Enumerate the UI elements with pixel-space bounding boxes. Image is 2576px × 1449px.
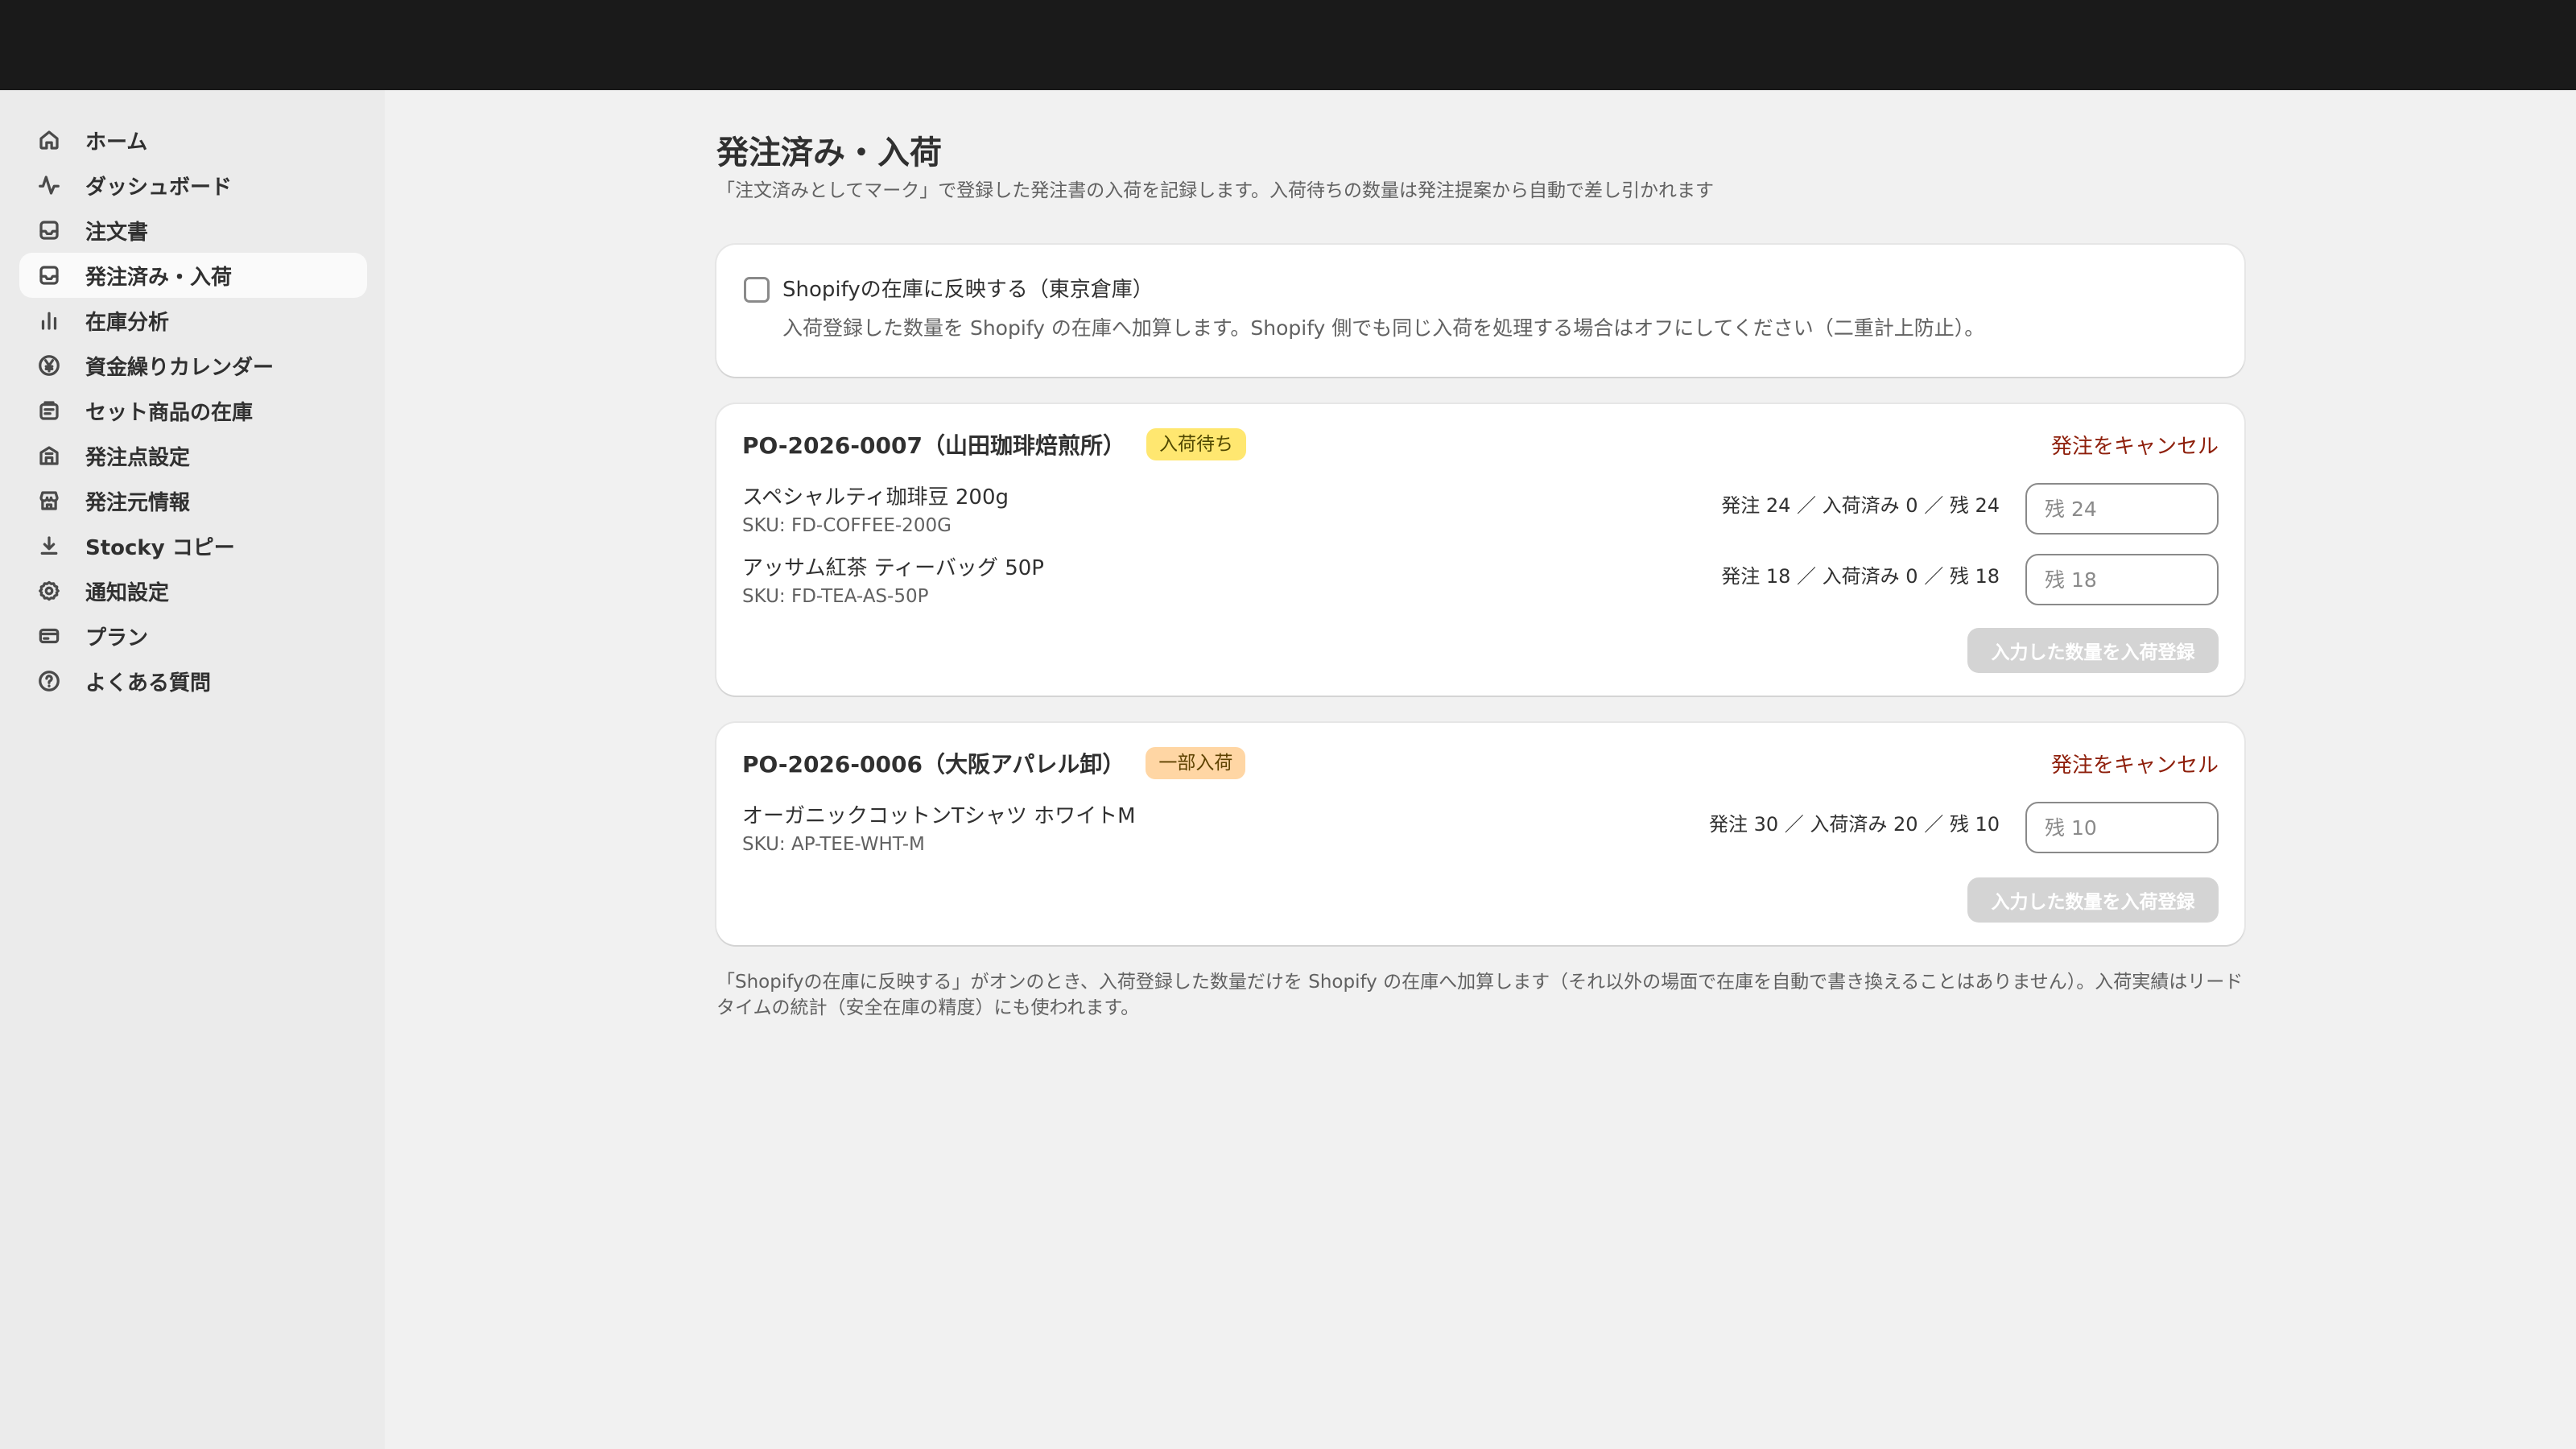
sidebar-item-label: プラン <box>85 625 149 650</box>
status-badge: 一部入荷 <box>1146 747 1246 779</box>
sidebar-item-home[interactable]: ホーム <box>19 118 367 163</box>
sidebar-item-label: 発注点設定 <box>85 445 191 470</box>
sidebar-item-receiving[interactable]: 発注済み・入荷 <box>19 253 367 298</box>
download-icon <box>35 532 63 559</box>
sidebar-item-label: Stocky コピー <box>85 535 235 560</box>
gear-icon <box>35 577 63 605</box>
sidebar-item-label: 発注元情報 <box>85 490 191 515</box>
cancel-order-button[interactable]: 発注をキャンセル <box>2051 749 2219 778</box>
inbox-icon <box>35 262 63 289</box>
sidebar-item-label: セット商品の在庫 <box>85 400 254 425</box>
status-badge: 入荷待ち <box>1146 428 1246 460</box>
sidebar-item-suppliers[interactable]: 発注元情報 <box>19 478 367 523</box>
bar-chart-icon <box>35 307 63 334</box>
sidebar-item-plan[interactable]: プラン <box>19 613 367 658</box>
inbox-icon <box>35 217 63 244</box>
line-item: スペシャルティ珈琲豆 200g SKU: FD-COFFEE-200G 発注 2… <box>742 483 2219 539</box>
sidebar-item-label: 注文書 <box>85 220 149 245</box>
receive-quantity-input[interactable] <box>2025 554 2219 605</box>
shopify-sync-checkbox[interactable] <box>744 277 770 303</box>
page-subtitle: 「注文済みとしてマーク」で登録した発注書の入荷を記録します。入荷待ちの数量は発注… <box>716 180 1715 201</box>
main-content: 発注済み・入荷 「注文済みとしてマーク」で登録した発注書の入荷を記録します。入荷… <box>716 90 2246 1021</box>
sidebar-item-label: 発注済み・入荷 <box>85 265 233 290</box>
sidebar-item-label: 通知設定 <box>85 580 170 605</box>
line-item-name: オーガニックコットンTシャツ ホワイトM <box>742 804 1136 828</box>
po-header: PO-2026-0006（大阪アパレル卸） 一部入荷 <box>742 747 1246 779</box>
receive-quantity-input[interactable] <box>2025 483 2219 535</box>
yen-icon <box>35 352 63 379</box>
line-item-sku: SKU: FD-COFFEE-200G <box>742 515 952 536</box>
page-title: 発注済み・入荷 <box>716 134 942 171</box>
line-item-quantities: 発注 18 ／ 入荷済み 0 ／ 残 18 <box>1721 565 2000 588</box>
line-item-sku: SKU: AP-TEE-WHT-M <box>742 834 925 855</box>
credit-card-icon <box>35 622 63 650</box>
sidebar-item-bundle-inventory[interactable]: セット商品の在庫 <box>19 388 367 433</box>
sidebar-item-dashboard[interactable]: ダッシュボード <box>19 163 367 208</box>
line-item-quantities: 発注 24 ／ 入荷済み 0 ／ 残 24 <box>1721 494 2000 517</box>
building-icon <box>35 442 63 469</box>
sidebar-item-inventory-analysis[interactable]: 在庫分析 <box>19 298 367 343</box>
po-header: PO-2026-0007（山田珈琲焙煎所） 入荷待ち <box>742 428 1246 460</box>
shopify-sync-card: Shopifyの在庫に反映する（東京倉庫） 入荷登録した数量を Shopify … <box>716 245 2244 377</box>
sidebar-item-notifications[interactable]: 通知設定 <box>19 568 367 613</box>
question-icon <box>35 667 63 695</box>
sidebar: ホーム ダッシュボード 注文書 発注済み・入荷 在庫分析 資金繰りカレンダー セ… <box>0 90 385 1449</box>
sidebar-item-cashflow-calendar[interactable]: 資金繰りカレンダー <box>19 343 367 388</box>
shopify-sync-description: 入荷登録した数量を Shopify の在庫へ加算します。Shopify 側でも同… <box>782 316 1985 340</box>
line-item-name: アッサム紅茶 ティーバッグ 50P <box>742 556 1044 580</box>
line-item-sku: SKU: FD-TEA-AS-50P <box>742 586 929 607</box>
footnote: 「Shopifyの在庫に反映する」がオンのとき、入荷登録した数量だけを Shop… <box>716 972 2244 1018</box>
sidebar-item-label: よくある質問 <box>85 671 212 696</box>
receive-quantity-input[interactable] <box>2025 802 2219 853</box>
sidebar-item-stocky-copy[interactable]: Stocky コピー <box>19 523 367 568</box>
purchase-order-card: PO-2026-0007（山田珈琲焙煎所） 入荷待ち 発注をキャンセル スペシャ… <box>716 404 2244 696</box>
cancel-order-button[interactable]: 発注をキャンセル <box>2051 430 2219 460</box>
shopify-sync-label[interactable]: Shopifyの在庫に反映する（東京倉庫） <box>782 274 1154 306</box>
sidebar-item-label: ホーム <box>85 130 148 155</box>
register-receipt-button[interactable]: 入力した数量を入荷登録 <box>1967 877 2219 923</box>
bundle-icon <box>35 397 63 424</box>
sidebar-item-label: 在庫分析 <box>85 310 170 335</box>
sidebar-item-label: ダッシュボード <box>85 175 233 200</box>
store-icon <box>35 487 63 514</box>
line-item: アッサム紅茶 ティーバッグ 50P SKU: FD-TEA-AS-50P 発注 … <box>742 554 2219 610</box>
po-title: PO-2026-0007（山田珈琲焙煎所） <box>742 432 1125 459</box>
line-item: オーガニックコットンTシャツ ホワイトM SKU: AP-TEE-WHT-M 発… <box>742 802 2219 858</box>
home-icon <box>35 126 63 154</box>
purchase-order-card: PO-2026-0006（大阪アパレル卸） 一部入荷 発注をキャンセル オーガニ… <box>716 723 2244 945</box>
po-title: PO-2026-0006（大阪アパレル卸） <box>742 751 1125 778</box>
sidebar-item-faq[interactable]: よくある質問 <box>19 658 367 704</box>
sidebar-item-reorder-point[interactable]: 発注点設定 <box>19 433 367 478</box>
sidebar-item-label: 資金繰りカレンダー <box>85 355 275 380</box>
line-item-quantities: 発注 30 ／ 入荷済み 20 ／ 残 10 <box>1708 813 2000 836</box>
top-bar <box>0 0 2576 90</box>
sidebar-item-orders[interactable]: 注文書 <box>19 208 367 253</box>
register-receipt-button[interactable]: 入力した数量を入荷登録 <box>1967 628 2219 673</box>
pulse-icon <box>35 171 63 199</box>
line-item-name: スペシャルティ珈琲豆 200g <box>742 485 1009 510</box>
